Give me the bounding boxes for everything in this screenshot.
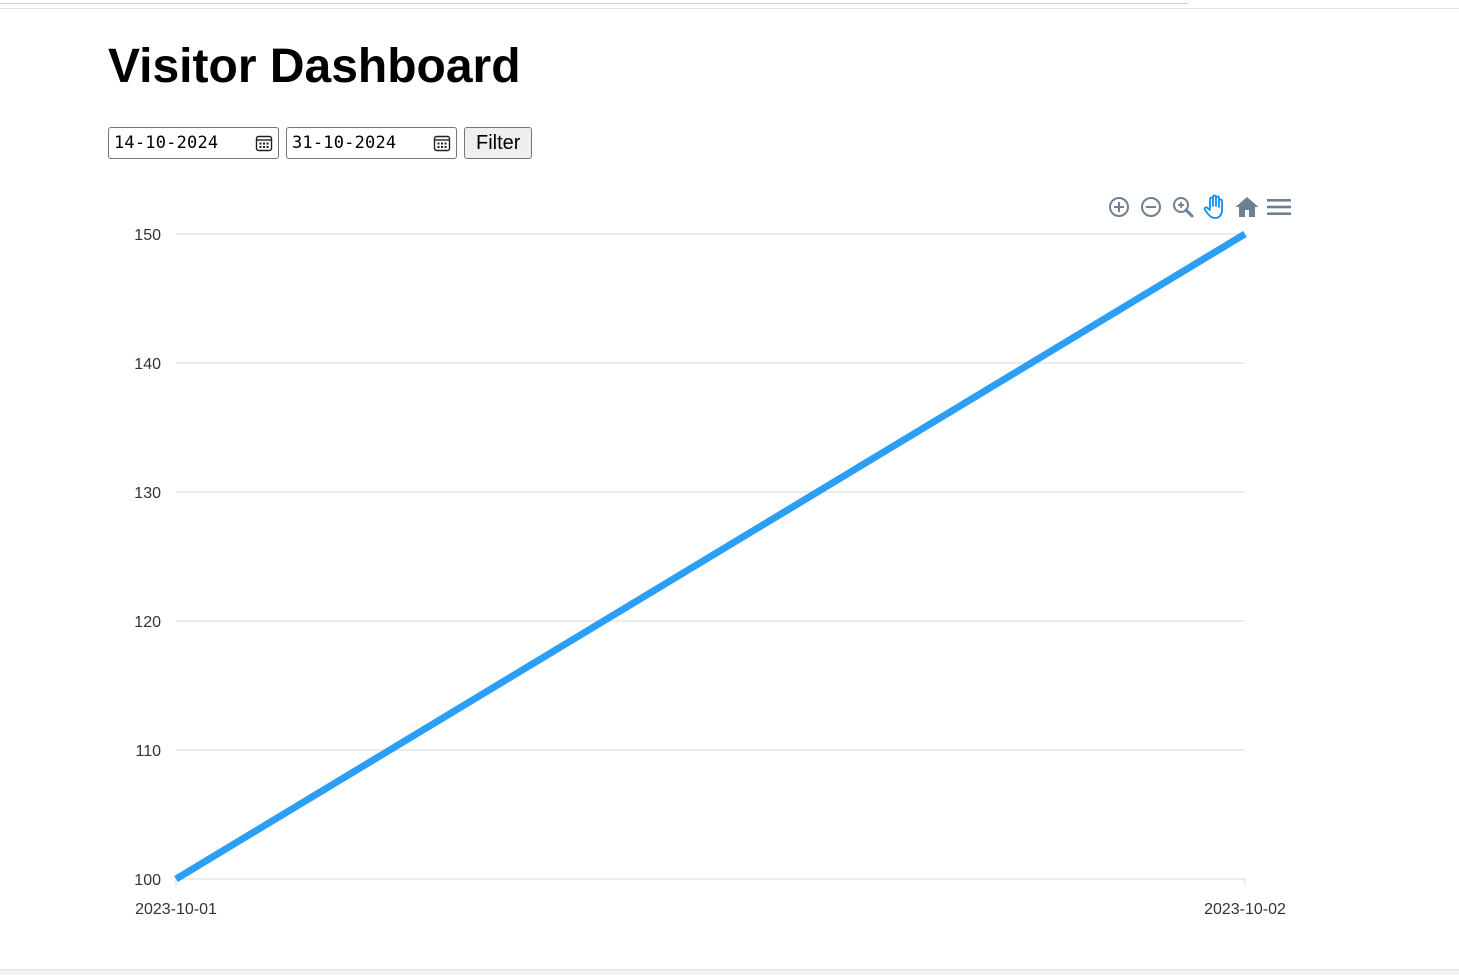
x-tick-label: 2023-10-02 — [1204, 901, 1286, 918]
calendar-icon[interactable] — [433, 134, 451, 152]
x-axis-tick-labels: 2023-10-01 2023-10-02 — [135, 901, 1286, 918]
y-tick-label: 110 — [135, 743, 161, 760]
start-date-value: 14-10-2024 — [114, 133, 219, 153]
calendar-icon[interactable] — [255, 134, 273, 152]
y-tick-label: 100 — [134, 872, 161, 889]
menu-icon[interactable] — [1266, 194, 1292, 220]
browser-bottom-edge — [0, 969, 1459, 975]
y-axis-tick-labels: 100 110 120 130 140 150 — [134, 227, 161, 889]
pan-hand-icon[interactable] — [1202, 194, 1228, 220]
selection-zoom-icon[interactable] — [1170, 194, 1196, 220]
zoom-out-icon[interactable] — [1138, 194, 1164, 220]
zoom-in-icon[interactable] — [1106, 194, 1132, 220]
browser-tab-edge — [0, 0, 1190, 4]
chart-gridlines — [175, 233, 1246, 886]
date-filter-bar: 14-10-2024 31-10-2024 Filter — [108, 127, 533, 159]
y-tick-label: 120 — [134, 614, 161, 631]
y-tick-label: 150 — [134, 227, 161, 244]
series-line[interactable] — [174, 231, 1247, 882]
filter-button[interactable]: Filter — [464, 127, 533, 159]
end-date-value: 31-10-2024 — [292, 133, 397, 153]
series-layer — [174, 231, 1247, 882]
y-tick-label: 130 — [134, 485, 161, 502]
page-title: Visitor Dashboard — [108, 40, 521, 93]
start-date-input[interactable]: 14-10-2024 — [108, 127, 279, 159]
end-date-input[interactable]: 31-10-2024 — [286, 127, 457, 159]
y-tick-label: 140 — [134, 356, 161, 373]
x-tick-label: 2023-10-01 — [135, 901, 217, 918]
chart-toolbar — [1106, 193, 1298, 221]
home-reset-icon[interactable] — [1234, 194, 1260, 220]
browser-top-edge — [0, 0, 1459, 9]
